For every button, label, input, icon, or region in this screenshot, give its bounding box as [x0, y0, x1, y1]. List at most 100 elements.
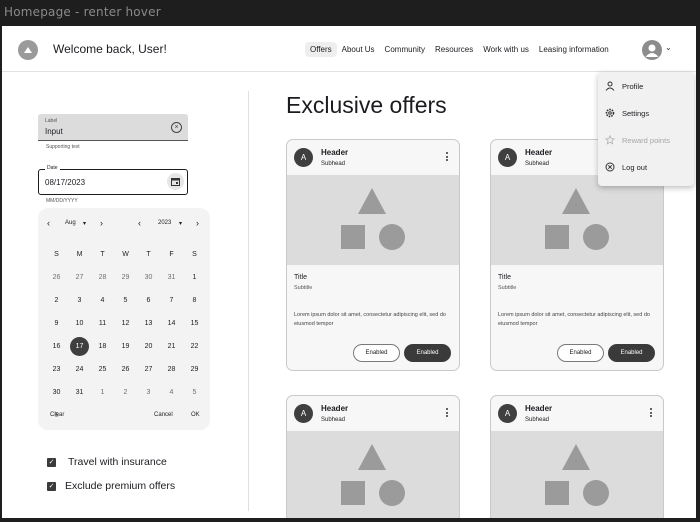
calendar-day[interactable]: 4: [160, 381, 183, 404]
checkbox-travel-insurance[interactable]: ✓: [47, 458, 56, 467]
calendar-day[interactable]: 4: [91, 289, 114, 312]
more-vert-icon[interactable]: [446, 408, 449, 419]
weekday-label: T: [146, 251, 151, 258]
weekday-label: M: [76, 251, 83, 258]
chevron-down-icon[interactable]: ⌄: [665, 43, 672, 52]
date-format-hint: MM/DD/YYYY: [46, 198, 78, 204]
filled-button[interactable]: Enabled: [404, 344, 451, 362]
account-menu: Profile Settings Reward points Log out: [598, 72, 694, 186]
calendar-day[interactable]: 10: [68, 312, 91, 335]
card-title: Title: [498, 274, 511, 281]
year-dropdown-icon[interactable]: ▾: [179, 220, 182, 227]
calendar-day[interactable]: 2: [114, 381, 137, 404]
weekday-label: S: [192, 251, 197, 258]
outlined-button[interactable]: Enabled: [353, 344, 400, 362]
media-placeholder: [491, 431, 663, 518]
calendar-day[interactable]: 21: [160, 335, 183, 358]
outlined-button[interactable]: Enabled: [557, 344, 604, 362]
nav-resources[interactable]: Resources: [430, 42, 478, 57]
offer-card[interactable]: A Header Subhead Title Subtitle Lorem ip…: [286, 139, 460, 371]
offer-card[interactable]: A Header Subhead: [490, 395, 664, 518]
calendar-day[interactable]: 20: [137, 335, 160, 358]
calendar-icon[interactable]: [167, 173, 184, 190]
menu-item-settings[interactable]: Settings: [598, 99, 694, 126]
calendar-day[interactable]: 22: [183, 335, 206, 358]
calendar-day[interactable]: 26: [45, 266, 68, 289]
calendar-day[interactable]: 1: [183, 266, 206, 289]
date-picker: ‹ Aug ▾ › ‹ 2023 ▾ › S M T W T F S 26 27…: [38, 208, 210, 430]
card-subhead: Subhead: [321, 161, 346, 167]
filled-button[interactable]: Enabled: [608, 344, 655, 362]
text-field-value: Input: [45, 127, 63, 136]
more-vert-icon[interactable]: [446, 152, 449, 163]
calendar-day[interactable]: 5: [183, 381, 206, 404]
calendar-day[interactable]: 27: [137, 358, 160, 381]
calendar-day[interactable]: 27: [68, 266, 91, 289]
cancel-button[interactable]: Cancel: [154, 412, 173, 418]
calendar-day[interactable]: 30: [45, 381, 68, 404]
calendar-day[interactable]: 15: [183, 312, 206, 335]
calendar-day[interactable]: 28: [160, 358, 183, 381]
calendar-day[interactable]: 18: [91, 335, 114, 358]
prev-month-icon[interactable]: ‹: [47, 218, 50, 228]
welcome-message: Welcome back, User!: [53, 42, 167, 56]
calendar-day[interactable]: 25: [91, 358, 114, 381]
nav-leasing-information[interactable]: Leasing information: [534, 42, 614, 57]
nav-community[interactable]: Community: [380, 42, 430, 57]
user-avatar-icon[interactable]: [642, 40, 662, 60]
calendar-day[interactable]: 11: [91, 312, 114, 335]
ok-button[interactable]: OK: [191, 412, 200, 418]
checkbox-exclude-premium[interactable]: ✓: [47, 482, 56, 491]
offer-card[interactable]: A Header Subhead: [286, 395, 460, 518]
calendar-day[interactable]: 5: [114, 289, 137, 312]
date-field[interactable]: Date 08/17/2023: [38, 165, 188, 195]
calendar-day[interactable]: 31: [160, 266, 183, 289]
calendar-day[interactable]: 3: [137, 381, 160, 404]
menu-item-profile[interactable]: Profile: [598, 72, 694, 99]
calendar-day[interactable]: 9: [45, 312, 68, 335]
calendar-day-selected[interactable]: 17: [68, 335, 91, 358]
card-subtitle: Subtitle: [498, 285, 517, 291]
star-icon: [605, 135, 615, 145]
clear-icon[interactable]: ×: [171, 122, 182, 133]
calendar-day[interactable]: 3: [68, 289, 91, 312]
clear-button[interactable]: Clear: [50, 412, 64, 418]
calendar-day[interactable]: 30: [137, 266, 160, 289]
menu-item-log-out[interactable]: Log out: [598, 153, 694, 180]
logo-icon[interactable]: [18, 40, 38, 60]
month-dropdown-icon[interactable]: ▾: [83, 220, 86, 227]
calendar-day[interactable]: 28: [91, 266, 114, 289]
nav-work-with-us[interactable]: Work with us: [478, 42, 534, 57]
calendar-day[interactable]: 8: [183, 289, 206, 312]
calendar-day[interactable]: 13: [137, 312, 160, 335]
calendar-day[interactable]: 1: [91, 381, 114, 404]
avatar: A: [294, 404, 313, 423]
nav-about-us[interactable]: About Us: [337, 42, 380, 57]
calendar-day[interactable]: 29: [183, 358, 206, 381]
prev-year-icon[interactable]: ‹: [138, 218, 141, 228]
nav-offers[interactable]: Offers: [305, 42, 337, 57]
text-field[interactable]: Label Input ×: [38, 114, 188, 141]
calendar-day[interactable]: 23: [45, 358, 68, 381]
calendar-grid: S M T W T F S 26 27 28 29 30 31 1 2 3 4 …: [45, 243, 206, 427]
calendar-day[interactable]: 19: [114, 335, 137, 358]
calendar-day[interactable]: 6: [137, 289, 160, 312]
calendar-day[interactable]: 2: [45, 289, 68, 312]
next-month-icon[interactable]: ›: [100, 218, 103, 228]
calendar-day[interactable]: 7: [160, 289, 183, 312]
calendar-day[interactable]: 16: [45, 335, 68, 358]
calendar-day[interactable]: 24: [68, 358, 91, 381]
calendar-day[interactable]: 31: [68, 381, 91, 404]
more-vert-icon[interactable]: [650, 408, 653, 419]
calendar-day[interactable]: 26: [114, 358, 137, 381]
month-select[interactable]: Aug: [65, 220, 76, 226]
next-year-icon[interactable]: ›: [196, 218, 199, 228]
calendar-day[interactable]: 29: [114, 266, 137, 289]
calendar-day[interactable]: 14: [160, 312, 183, 335]
card-subtitle: Subtitle: [294, 285, 313, 291]
card-subhead: Subhead: [525, 417, 550, 423]
calendar-day[interactable]: 12: [114, 312, 137, 335]
weekday-label: W: [122, 251, 129, 258]
year-select[interactable]: 2023: [158, 220, 171, 226]
close-circle-icon: [605, 162, 615, 172]
